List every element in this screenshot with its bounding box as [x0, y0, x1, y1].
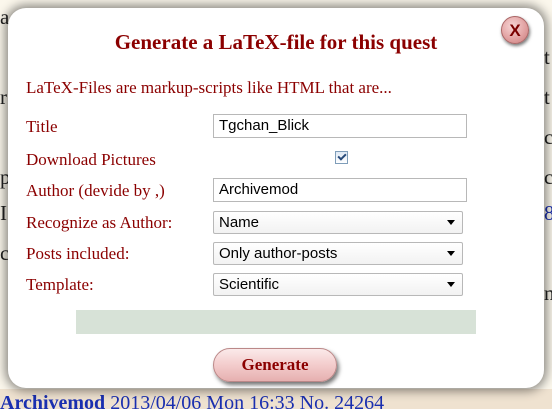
recognize-label: Recognize as Author:	[26, 213, 173, 232]
latex-export-dialog: Generate a LaTeX-file for this quest X L…	[8, 8, 544, 388]
close-icon: X	[509, 20, 521, 40]
download-pictures-label: Download Pictures	[26, 150, 156, 169]
title-label: Title	[26, 117, 58, 136]
background-text-fragment: r	[0, 85, 7, 109]
posts-select[interactable]: Only author-posts	[213, 242, 463, 265]
posts-select-value: Only author-posts	[219, 245, 338, 262]
background-text-fragment: n	[544, 281, 552, 305]
recognize-select-value: Name	[219, 214, 260, 231]
template-select[interactable]: Scientific	[213, 273, 463, 296]
posts-label: Posts included:	[26, 244, 130, 263]
author-label: Author (devide by ,)	[26, 181, 165, 200]
chevron-down-icon	[447, 220, 455, 225]
background-text-fragment: t	[544, 85, 550, 109]
dialog-title: Generate a LaTeX-file for this quest	[114, 30, 438, 54]
chevron-down-icon	[447, 282, 455, 287]
background-text-fragment: c	[544, 125, 552, 149]
checkmark-icon	[336, 151, 347, 161]
close-button[interactable]: X	[501, 16, 529, 44]
background-text-fragment: I	[0, 201, 7, 225]
background-author-link[interactable]: Archivemod	[0, 392, 105, 409]
template-select-value: Scientific	[219, 276, 280, 293]
generate-button[interactable]: Generate	[213, 348, 337, 382]
chevron-down-icon	[447, 251, 455, 256]
background-post-meta: 2013/04/06 Mon 16:33 No. 24264	[105, 392, 385, 409]
template-label: Template:	[26, 275, 94, 294]
background-text-fragment: t	[544, 45, 550, 69]
background-post-header: Archivemod 2013/04/06 Mon 16:33 No. 2426…	[0, 389, 552, 409]
status-bar	[76, 310, 476, 334]
title-input[interactable]: Tgchan_Blick	[213, 114, 467, 138]
intro-text: LaTeX-Files are markup-scripts like HTML…	[26, 78, 392, 97]
download-pictures-checkbox[interactable]	[335, 151, 348, 164]
background-text-fragment: c	[544, 165, 552, 189]
recognize-select[interactable]: Name	[213, 211, 463, 234]
background-link-fragment[interactable]: 8	[544, 203, 552, 224]
author-input[interactable]: Archivemod	[213, 178, 467, 202]
